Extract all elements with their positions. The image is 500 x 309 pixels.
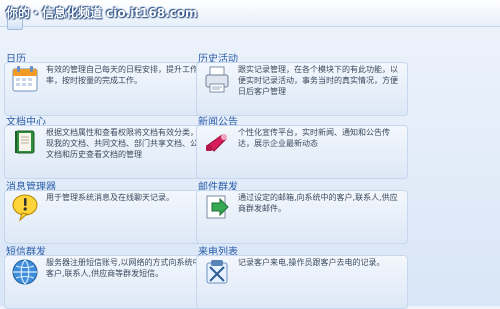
- announcement-icon: [202, 127, 232, 157]
- feature-description: 根据文档属性和查看权限将文档有效分类，实现我的文档、共同文档、部门共享文档、公共…: [46, 128, 206, 159]
- book-icon: [10, 127, 40, 157]
- feature-card-news[interactable]: 新闻公告 个性化宣传平台，实时新闻、通知和公告传达，展示企业最新动态: [196, 113, 434, 179]
- feature-card-history[interactable]: 历史活动 跟实记录管理，在各个模块下的有此功能，以便实时记录活动，事务当时的真实…: [196, 50, 434, 116]
- feature-description: 记录客户来电,操作员跟客户去电的记录。: [238, 258, 385, 267]
- feature-description: 有效的管理自己每天的日程安排，提升工作效率，按时按量的完成工作。: [46, 65, 206, 85]
- globe-sms-icon: [10, 257, 40, 287]
- feature-description: 通过设定的邮箱,向系统中的客户,联系人,供应商群发邮件。: [238, 193, 398, 213]
- calendar-icon: [10, 64, 40, 94]
- feature-grid: 日历 有效的管理自己每天的日程安排，提升工作效率，按时按量的完成工作。 历史活动: [0, 40, 500, 309]
- mail-send-icon: [202, 192, 232, 222]
- history-printer-icon: [202, 64, 232, 94]
- feature-description: 服务器注册短信账号,以网络的方式向系统中的客户,联系人,供应商等群发短信。: [46, 258, 209, 278]
- feature-description: 跟实记录管理，在各个模块下的有此功能，以便实时记录活动，事务当时的真实情况，方便…: [238, 65, 398, 96]
- feature-description: 个性化宣传平台，实时新闻、通知和公告传达，展示企业最新动态: [238, 128, 390, 148]
- message-bubble-icon: [10, 192, 40, 222]
- feature-card-call-list[interactable]: 来电列表 记录客户来电,操作员跟客户去电的记录。: [196, 243, 434, 309]
- feature-description: 用于管理系统消息及在线聊天记录。: [46, 193, 174, 202]
- watermark: 你的・信息化频道 cio.it168.com: [6, 6, 198, 20]
- phone-list-icon: [202, 257, 232, 287]
- feature-card-mass-mail[interactable]: 邮件群发 通过设定的邮箱,向系统中的客户,联系人,供应商群发邮件。: [196, 178, 434, 244]
